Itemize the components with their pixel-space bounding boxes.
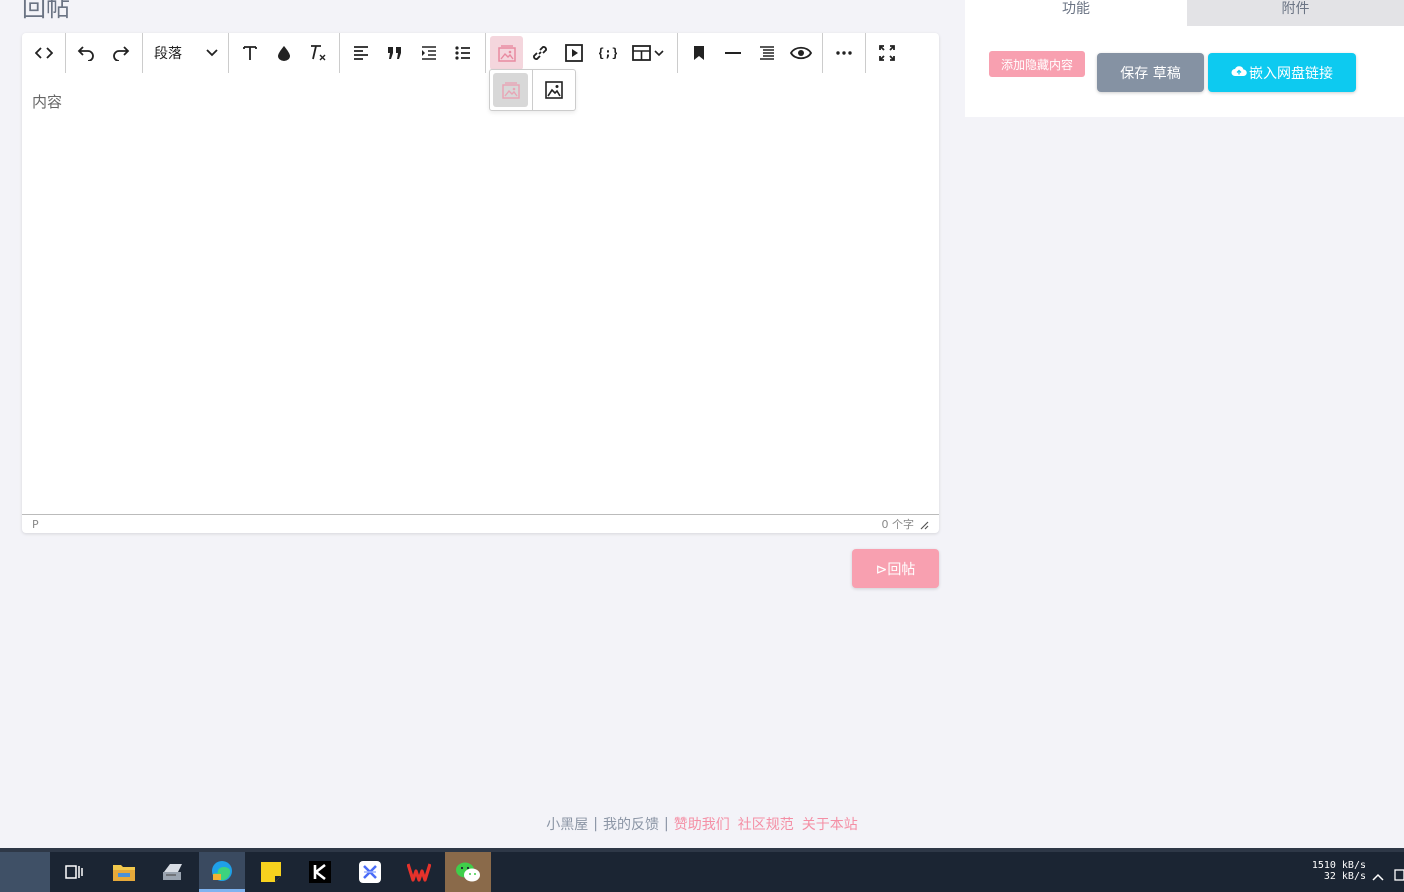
start-button[interactable]: [0, 852, 50, 892]
format-select-label: 段落: [154, 46, 182, 62]
image-insert-dropdown: [489, 69, 576, 111]
x-app-icon[interactable]: [347, 852, 393, 892]
font-size-icon[interactable]: [234, 36, 266, 70]
task-view-icon[interactable]: [51, 852, 97, 892]
sticky-notes-icon[interactable]: [248, 852, 294, 892]
tray-app-icon[interactable]: [1394, 866, 1404, 885]
element-path[interactable]: P: [32, 518, 39, 531]
svg-text:{;}: {;}: [599, 46, 617, 60]
editor-placeholder: 内容: [32, 93, 63, 111]
page-title: 回帖: [22, 0, 70, 22]
image-gallery-option-icon[interactable]: [493, 73, 529, 107]
embed-cloud-link-button[interactable]: 嵌入网盘链接: [1208, 53, 1356, 92]
image-upload-option-icon[interactable]: [537, 73, 572, 107]
footer-link-sponsor[interactable]: 赞助我们: [674, 814, 730, 834]
footer-link-community-rules[interactable]: 社区规范: [738, 814, 794, 834]
code-sample-icon[interactable]: {;}: [592, 36, 624, 70]
blockquote-icon[interactable]: [379, 36, 411, 70]
word-count: 0 个字: [881, 518, 915, 531]
source-code-icon[interactable]: [28, 36, 60, 70]
resize-handle-icon[interactable]: [920, 520, 929, 529]
footer-link-blacklist[interactable]: 小黑屋: [546, 814, 588, 834]
preview-eye-icon[interactable]: [785, 36, 817, 70]
edge-browser-icon[interactable]: [199, 852, 245, 892]
wechat-icon[interactable]: [445, 852, 491, 892]
tab-attachments[interactable]: 附件: [1187, 0, 1404, 26]
embed-cloud-link-label: 嵌入网盘链接: [1249, 65, 1333, 82]
bullet-list-icon[interactable]: [447, 36, 479, 70]
editor-statusbar: P 0 个字: [22, 514, 939, 533]
link-icon[interactable]: [524, 36, 556, 70]
file-explorer-icon[interactable]: [101, 852, 147, 892]
k-app-icon[interactable]: [297, 852, 343, 892]
paragraph-format-select[interactable]: 段落: [148, 36, 224, 70]
table-of-contents-icon[interactable]: [751, 36, 783, 70]
network-speed-readout: 1510 kB/s 32 kB/s: [1308, 860, 1366, 882]
footer-link-feedback[interactable]: 我的反馈: [603, 814, 659, 834]
horizontal-rule-icon[interactable]: [717, 36, 749, 70]
printer-app-icon[interactable]: [150, 852, 196, 892]
tab-functions[interactable]: 功能: [965, 0, 1187, 26]
network-download-speed: 32 kB/s: [1323, 871, 1366, 882]
align-left-icon[interactable]: [345, 36, 377, 70]
side-panel-tabs: 功能 附件: [965, 0, 1404, 26]
add-hidden-content-button[interactable]: 添加隐藏内容: [989, 51, 1085, 77]
side-panel: 功能 附件 添加隐藏内容 保存 草稿 嵌入网盘链接: [965, 0, 1404, 117]
clear-format-icon[interactable]: [302, 36, 334, 70]
image-gallery-icon[interactable]: [490, 36, 523, 70]
indent-icon[interactable]: [413, 36, 445, 70]
network-upload-speed: 1510 kB/s: [1311, 860, 1366, 871]
table-icon[interactable]: [626, 36, 670, 70]
media-video-icon[interactable]: [558, 36, 590, 70]
footer-separator: |: [593, 816, 598, 832]
rich-text-editor: 段落 ; 内容 P 0 个字: [22, 33, 939, 533]
redo-icon[interactable]: [105, 36, 137, 70]
reply-submit-button[interactable]: ⊳回帖: [852, 549, 939, 588]
more-options-icon[interactable]: [828, 36, 860, 70]
text-color-icon[interactable]: [268, 36, 300, 70]
windows-taskbar: 1510 kB/s 32 kB/s: [0, 848, 1404, 892]
cloud-upload-icon: [1231, 65, 1247, 81]
bookmark-icon[interactable]: [683, 36, 715, 70]
wps-office-icon[interactable]: [396, 852, 442, 892]
undo-icon[interactable]: [70, 36, 102, 70]
save-draft-button[interactable]: 保存 草稿: [1097, 53, 1204, 92]
chevron-up-icon[interactable]: [1372, 866, 1384, 885]
fullscreen-icon[interactable]: [871, 36, 903, 70]
footer-separator: |: [664, 816, 669, 832]
footer-link-about[interactable]: 关于本站: [802, 814, 858, 834]
editor-toolbar: 段落 ;: [22, 33, 939, 73]
editor-content-area[interactable]: 内容: [22, 83, 939, 513]
chevron-down-icon: [206, 45, 218, 61]
site-footer: 小黑屋 | 我的反馈 | 赞助我们 社区规范 关于本站: [0, 814, 1404, 834]
